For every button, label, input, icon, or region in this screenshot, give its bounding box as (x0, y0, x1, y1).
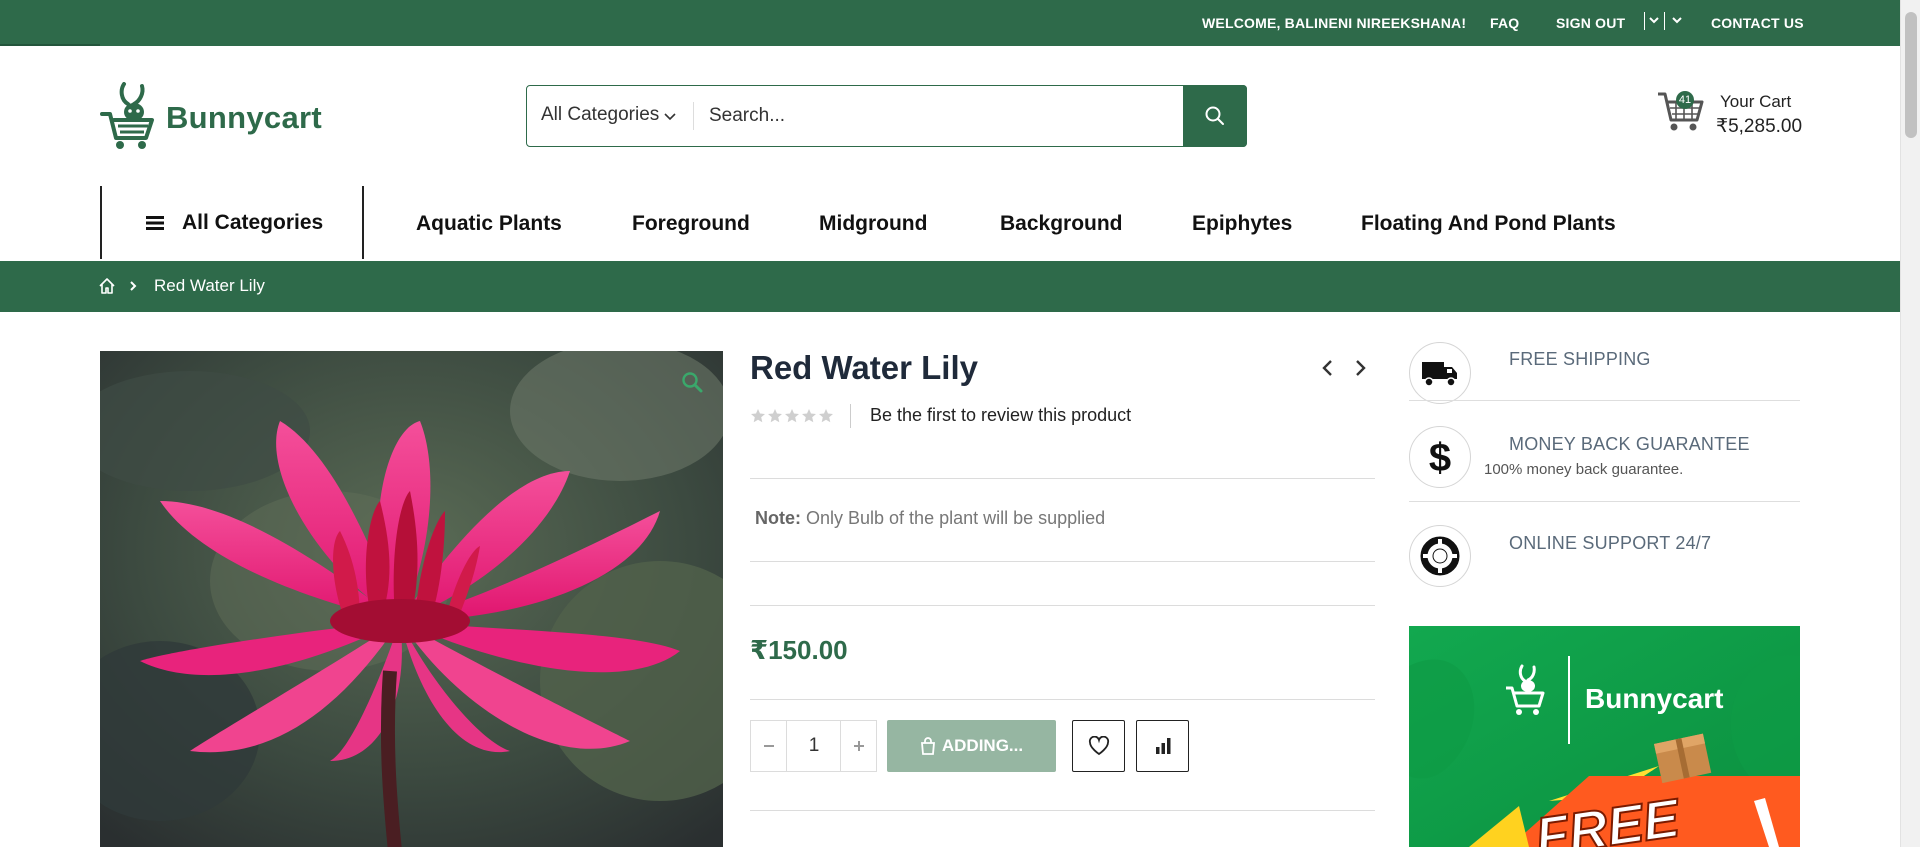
all-categories-menu[interactable]: All Categories (100, 186, 364, 259)
search-icon (1205, 106, 1224, 125)
shopping-bag-icon (920, 737, 935, 755)
add-to-cart-label: ADDING... (941, 736, 1024, 755)
lifebuoy-icon (1420, 536, 1460, 576)
search-divider (693, 102, 694, 130)
feature-money-back-subtitle: 100% money back guarantee. (1484, 461, 1684, 478)
chevron-down-icon[interactable] (1647, 13, 1661, 27)
sign-out-link[interactable]: SIGN OUT (1556, 15, 1625, 31)
promo-banner[interactable]: Bunnycart FREE (1409, 626, 1800, 847)
add-to-compare-button[interactable] (1136, 720, 1189, 772)
feature-online-support: ONLINE SUPPORT 24/7 (1509, 533, 1712, 553)
feature-money-back: MONEY BACK GUARANTEE (1509, 434, 1750, 454)
chevron-down-icon[interactable] (1670, 13, 1684, 27)
zoom-icon[interactable] (680, 370, 704, 394)
breadcrumb-current: Red Water Lily (154, 276, 265, 295)
logo-text: Bunnycart (166, 100, 323, 135)
divider (750, 478, 1375, 479)
note-text: Only Bulb of the plant will be supplied (801, 508, 1106, 528)
site-logo[interactable]: Bunnycart (100, 82, 322, 150)
promo-graphic: Bunnycart FREE (1409, 626, 1800, 847)
nav-item-midground[interactable]: Midground (819, 212, 927, 236)
product-title: Red Water Lily (750, 349, 978, 386)
increase-quantity-button[interactable] (840, 721, 876, 771)
add-to-wishlist-button[interactable] (1072, 720, 1125, 772)
quantity-input[interactable]: 1 (787, 721, 841, 771)
breadcrumb (0, 261, 1900, 312)
chevron-right-icon (130, 281, 137, 291)
svg-text:$: $ (1429, 436, 1451, 479)
divider (750, 699, 1375, 700)
scrollbar-thumb[interactable] (1905, 12, 1917, 138)
nav-item-epiphytes[interactable]: Epiphytes (1192, 212, 1292, 236)
divider (750, 605, 1375, 606)
welcome-text: WELCOME, BALINENI NIREEKSHANA! (1202, 15, 1467, 31)
heart-icon (1088, 736, 1109, 756)
search-bar: All Categories (526, 85, 1247, 147)
nav-item-aquatic-plants[interactable]: Aquatic Plants (416, 212, 562, 236)
top-bar-divider (1664, 12, 1665, 30)
nav-item-background[interactable]: Background (1000, 212, 1123, 236)
nav-item-floating-and-pond-plants[interactable]: Floating And Pond Plants (1361, 212, 1616, 236)
chevron-left-icon[interactable] (1320, 358, 1336, 378)
nav-item-foreground[interactable]: Foreground (632, 212, 750, 236)
review-divider (850, 404, 851, 428)
money-back-badge: $ (1409, 426, 1471, 488)
divider (750, 561, 1375, 562)
top-bar-divider (1644, 12, 1645, 30)
product-image[interactable] (100, 351, 723, 847)
home-icon[interactable] (98, 277, 116, 295)
faq-link[interactable]: FAQ (1490, 15, 1519, 31)
cart-count-badge: 41 (1676, 91, 1694, 109)
chevron-down-icon[interactable] (663, 110, 677, 124)
top-bar-accent (0, 44, 100, 46)
plus-icon (853, 741, 864, 751)
note-label: Note: (755, 508, 801, 528)
cart-label[interactable]: Your Cart (1720, 92, 1791, 112)
add-to-cart-button[interactable]: ADDING... (887, 720, 1056, 772)
top-bar: WELCOME, BALINENI NIREEKSHANA! FAQ SIGN … (0, 0, 1900, 46)
all-categories-label: All Categories (182, 211, 324, 234)
shipping-badge (1409, 342, 1471, 404)
support-badge (1409, 525, 1471, 587)
search-input[interactable] (709, 100, 1189, 132)
menu-icon (146, 216, 164, 230)
page: WELCOME, BALINENI NIREEKSHANA! FAQ SIGN … (0, 0, 1920, 847)
bar-chart-icon (1155, 738, 1170, 754)
product-price: ₹150.00 (750, 635, 848, 665)
minus-icon (763, 745, 774, 747)
product-note: Note: Only Bulb of the plant will be sup… (755, 508, 1105, 529)
search-button[interactable] (1183, 85, 1247, 147)
bunny-cart-logo-icon (100, 82, 154, 149)
rating-stars (751, 409, 833, 423)
divider (1409, 501, 1800, 502)
divider (1409, 400, 1800, 401)
decrease-quantity-button[interactable] (751, 721, 787, 771)
chevron-right-icon[interactable] (1352, 358, 1368, 378)
truck-icon (1422, 362, 1457, 387)
contact-us-link[interactable]: CONTACT US (1711, 15, 1804, 31)
feature-free-shipping: FREE SHIPPING (1509, 349, 1651, 369)
page-scrollbar[interactable] (1900, 0, 1920, 847)
divider (750, 810, 1375, 811)
quantity-stepper: 1 (750, 720, 877, 772)
promo-logo-text: Bunnycart (1585, 683, 1723, 714)
search-category-select[interactable]: All Categories (541, 104, 659, 126)
review-link[interactable]: Be the first to review this product (870, 405, 1131, 426)
red-water-lily-photo (100, 351, 723, 847)
cart-total[interactable]: ₹5,285.00 (1716, 115, 1802, 138)
dollar-icon: $ (1429, 436, 1451, 479)
